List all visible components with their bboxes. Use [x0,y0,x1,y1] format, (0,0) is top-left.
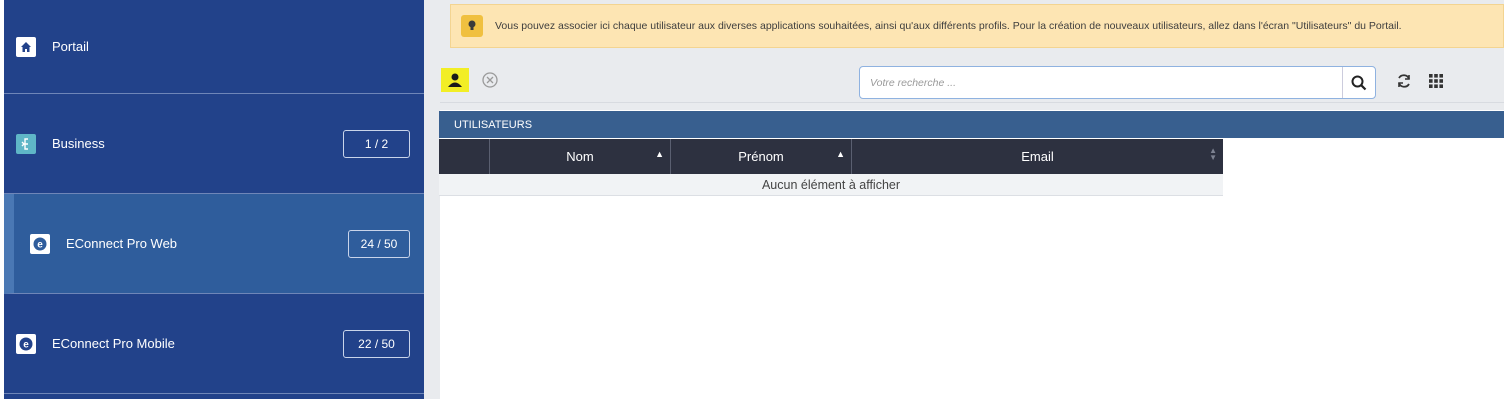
econnect-icon: e [30,233,50,254]
users-table: Nom ▲ Prénom ▲ Email ▲ ▼ Aucun élément à … [439,139,1223,196]
sidebar-item-label: EConnect Pro Web [66,236,178,251]
panel-title-text: UTILISATEURS [454,118,533,131]
license-count-badge: 1 / 2 [343,129,410,158]
refresh-icon [1398,74,1410,88]
sort-both-icon: ▲ ▼ [1209,146,1217,162]
sidebar-item-econnect-pro-web[interactable]: e EConnect Pro Web 24 / 50 [4,194,424,294]
column-header-email[interactable]: Email ▲ ▼ [852,139,1223,174]
panel-title: UTILISATEURS [439,111,1504,138]
close-circle-icon [482,72,498,88]
svg-text:e: e [37,239,43,250]
lightbulb-icon [461,15,483,37]
sidebar-next-item [4,394,424,399]
info-message: Vous pouvez associer ici chaque utilisat… [495,20,1402,32]
column-header-select[interactable] [439,139,490,174]
search-box [859,66,1376,99]
sidebar-item-label: Business [52,136,105,151]
business-icon [16,133,36,154]
sidebar-item-econnect-pro-mobile[interactable]: e EConnect Pro Mobile 22 / 50 [4,294,424,394]
econnect-icon: e [16,333,36,354]
empty-row: Aucun élément à afficher [439,174,1223,196]
sort-asc-icon: ▲ [655,149,664,159]
grid-icon [1429,74,1443,88]
empty-message: Aucun élément à afficher [761,177,901,192]
sidebar-item-business[interactable]: Business 1 / 2 [4,94,424,194]
column-label: Email [1021,149,1054,164]
sidebar-item-label: EConnect Pro Mobile [52,336,175,351]
license-count-badge: 24 / 50 [348,229,410,258]
search-input[interactable] [860,67,1343,98]
table-header: Nom ▲ Prénom ▲ Email ▲ ▼ [439,139,1223,174]
refresh-button[interactable] [1394,71,1414,91]
sidebar: Portail Business 1 / 2 e EConnect Pro We… [0,0,424,399]
columns-button[interactable] [1426,71,1446,91]
main-content: Vous pouvez associer ici chaque utilisat… [424,0,1504,399]
search-button[interactable] [1343,67,1375,98]
svg-text:e: e [23,339,29,350]
sidebar-item-label: Portail [52,39,89,54]
assign-user-button[interactable] [441,68,469,92]
column-label: Nom [566,149,594,164]
home-icon [16,36,36,57]
license-count-badge: 22 / 50 [343,329,410,358]
info-banner: Vous pouvez associer ici chaque utilisat… [450,4,1504,48]
search-icon [1351,75,1367,90]
toolbar-divider [440,102,1504,103]
sidebar-item-portail[interactable]: Portail [4,0,424,94]
column-header-nom[interactable]: Nom ▲ [490,139,671,174]
column-header-prenom[interactable]: Prénom ▲ [671,139,852,174]
sort-asc-icon: ▲ [836,149,845,159]
clear-button[interactable] [482,72,498,88]
column-label: Prénom [738,149,784,164]
user-icon [448,73,462,87]
